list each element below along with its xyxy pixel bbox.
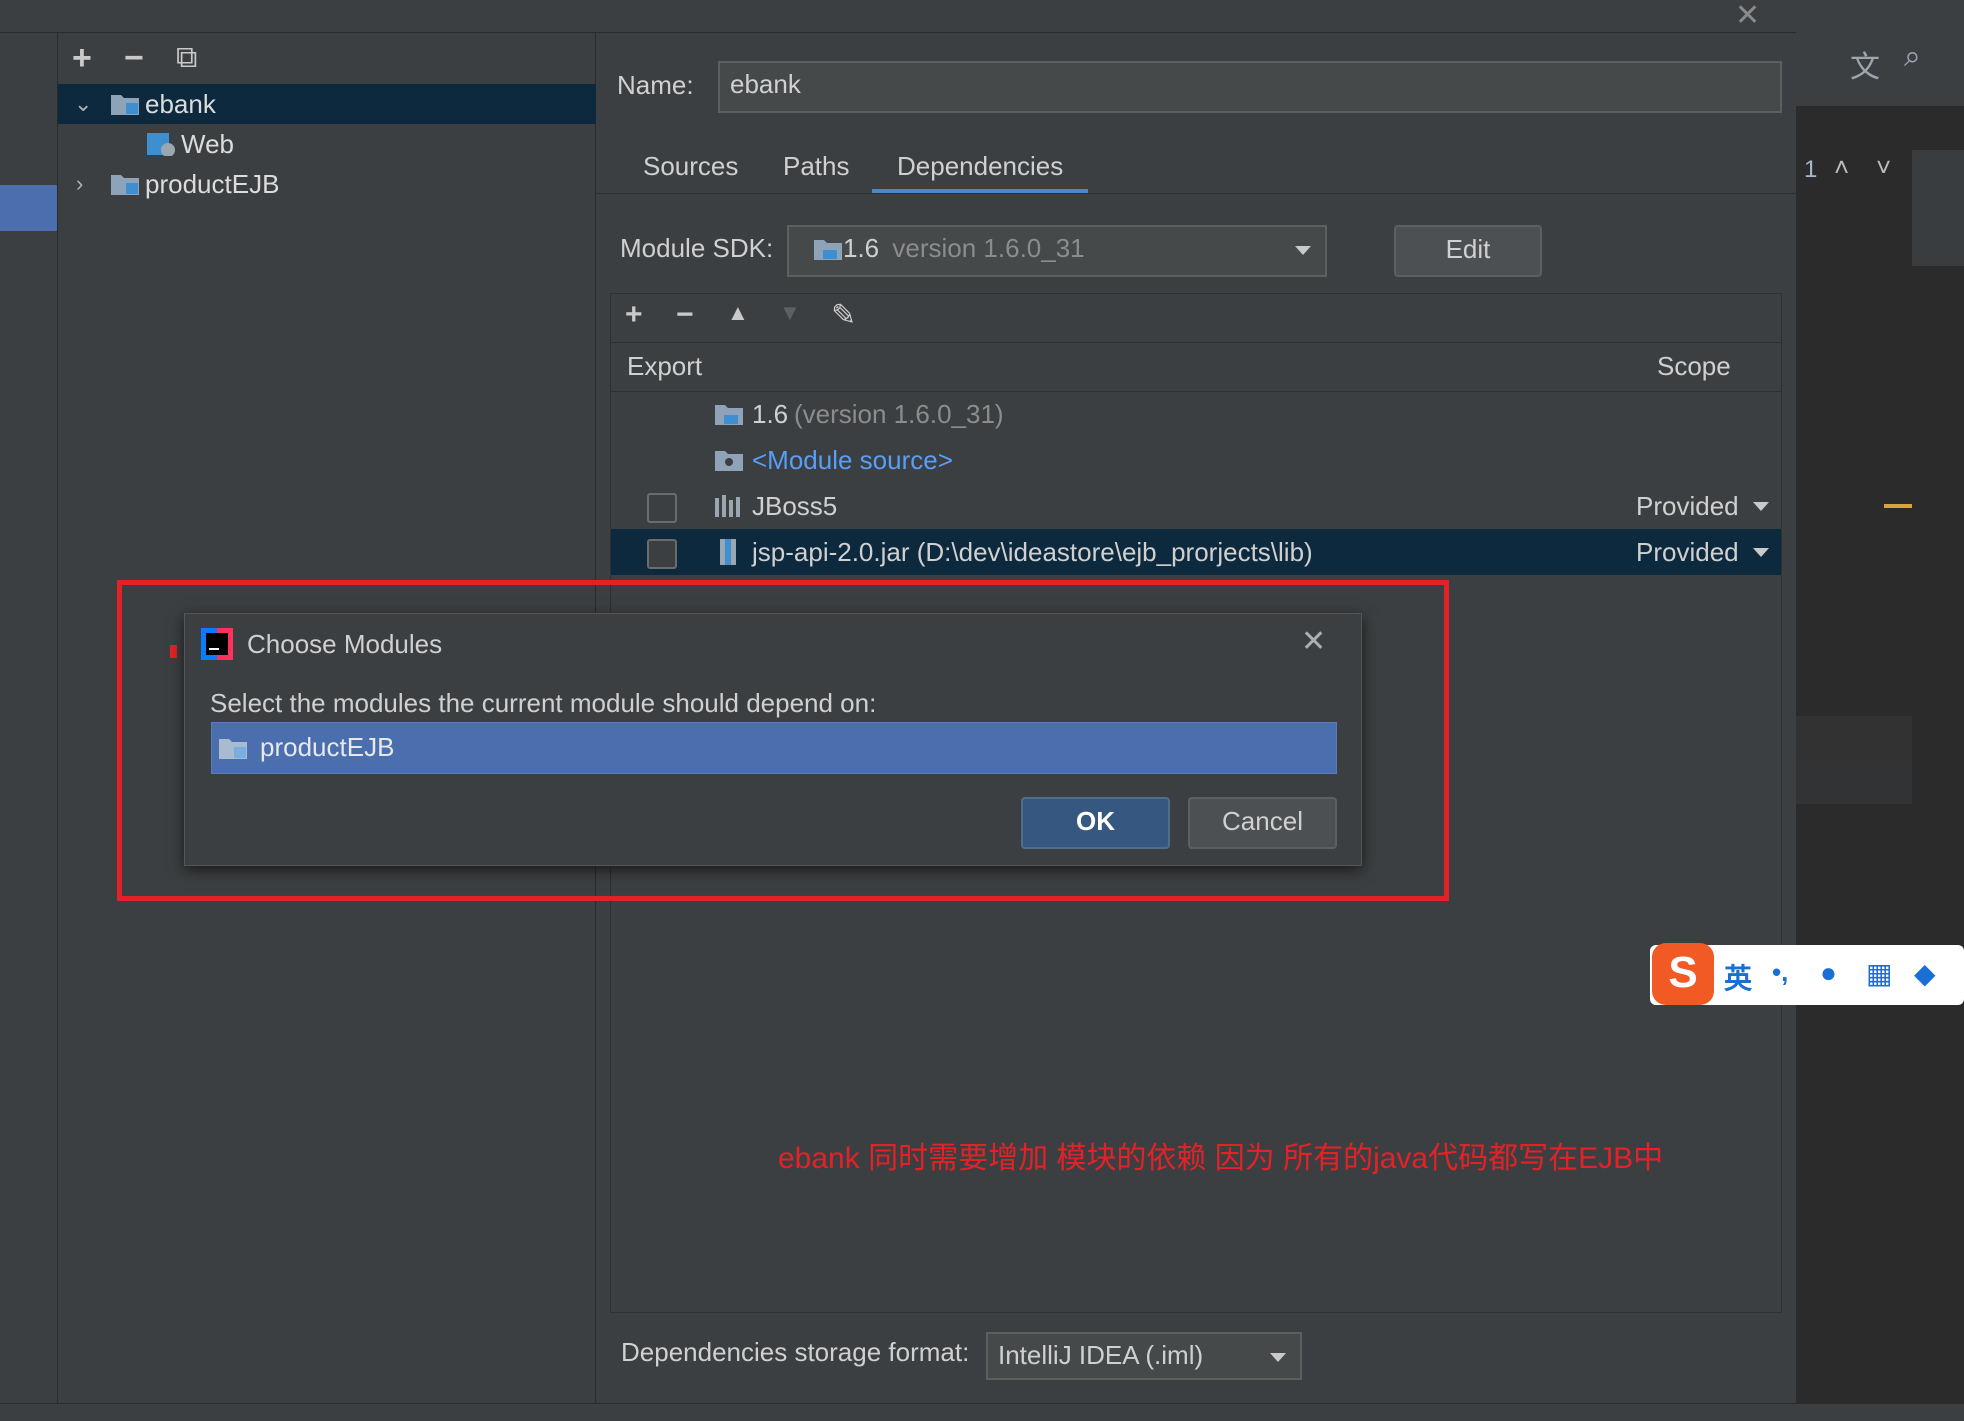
module-name: productEJB (260, 732, 395, 762)
dependency-row-module-source[interactable]: <Module source> (611, 437, 1781, 483)
library-icon (715, 495, 740, 517)
tab-divider (596, 193, 1796, 194)
export-checkbox[interactable] (647, 493, 677, 523)
scope-arrow-icon[interactable] (1753, 502, 1769, 511)
module-sdk-label: Module SDK: (620, 233, 774, 263)
selected-category[interactable] (0, 185, 57, 231)
tree-item-productejb[interactable]: › productEJB (58, 164, 596, 204)
scope-arrow-icon[interactable] (1753, 548, 1769, 557)
microphone-icon[interactable]: ● (1820, 957, 1837, 989)
status-bar (0, 1403, 1964, 1421)
dropdown-arrow-icon (1295, 246, 1311, 255)
ime-punct[interactable]: •, (1772, 957, 1788, 988)
sdk-version: version 1.6.0_31 (892, 233, 1085, 263)
remove-icon[interactable]: − (124, 41, 144, 75)
tab-sources[interactable]: Sources (643, 151, 738, 182)
sdk-folder-icon (814, 240, 842, 260)
export-checkbox[interactable] (647, 539, 677, 569)
dependency-name: 1.6 (752, 399, 789, 429)
intellij-logo-icon (201, 628, 233, 660)
module-sdk-dropdown[interactable]: 1.6 version 1.6.0_31 (787, 225, 1327, 277)
dialog-title: Choose Modules (247, 629, 443, 659)
annotation-note: ebank 同时需要增加 模块的依赖 因为 所有的java代码都写在EJB中 (778, 1142, 1664, 1175)
dependency-detail: (version 1.6.0_31) (794, 399, 1004, 429)
editor-toolbar (1796, 0, 1964, 106)
choose-modules-dialog: Choose Modules ✕ Select the modules the … (184, 613, 1362, 866)
scope-dropdown[interactable]: Provided (1636, 483, 1739, 529)
tree-item-ebank[interactable]: ⌄ ebank (58, 84, 596, 124)
close-icon[interactable]: ✕ (1301, 624, 1326, 659)
sdk-name: 1.6 (843, 233, 880, 263)
sogou-logo-icon[interactable]: S (1652, 943, 1714, 1005)
add-dependency-icon[interactable]: + (625, 298, 643, 332)
move-down-icon: ▼ (779, 300, 801, 325)
chevron-up-icon[interactable]: ˄ (1834, 152, 1849, 183)
dropdown-arrow-icon (1270, 1353, 1286, 1362)
export-column-header[interactable]: Export (611, 342, 708, 392)
translate-icon[interactable]: 文 (1850, 42, 1880, 86)
settings-category-strip (0, 33, 58, 1403)
tab-paths[interactable]: Paths (783, 151, 850, 182)
copy-icon[interactable]: ⧉ (176, 41, 197, 75)
name-label: Name: (617, 70, 694, 100)
module-folder-icon (111, 175, 139, 195)
jar-icon (720, 539, 736, 565)
add-icon[interactable]: + (72, 41, 92, 75)
dependency-name: JBoss5 (752, 491, 838, 521)
ime-mode[interactable]: 英 (1724, 957, 1752, 997)
cancel-button[interactable]: Cancel (1188, 797, 1337, 849)
chevron-down-icon[interactable]: ˅ (1876, 152, 1891, 183)
editor-highlight (1796, 716, 1912, 760)
dependency-row-jsp-api[interactable]: jsp-api-2.0.jar (D:\dev\ideastore\ejb_pr… (611, 529, 1781, 575)
warning-marker[interactable] (1884, 504, 1912, 508)
window-title-bar: ✕ (0, 0, 1800, 33)
storage-format-label: Dependencies storage format: (621, 1337, 970, 1367)
edit-dependency-icon[interactable]: ✎ (831, 298, 856, 333)
tab-dependencies[interactable]: Dependencies (897, 151, 1063, 182)
tree-item-label: ebank (145, 89, 216, 119)
editor-strip: 文 ⌕ 1 ˄ ˅ (1796, 0, 1964, 1421)
move-up-icon[interactable]: ▲ (727, 300, 749, 326)
annotation-mark (170, 645, 177, 658)
chevron-right-icon[interactable]: › (76, 164, 83, 204)
edit-sdk-button[interactable]: Edit (1394, 225, 1542, 277)
ime-toolbar: S 英 •, ● ▦ ◆ (1650, 943, 1964, 1005)
source-folder-icon (715, 451, 743, 471)
sdk-folder-icon (715, 405, 743, 425)
module-folder-icon (111, 95, 139, 115)
skin-icon[interactable]: ◆ (1914, 957, 1936, 990)
editor-gutter-area (1796, 760, 1912, 804)
keyboard-icon[interactable]: ▦ (1866, 957, 1892, 990)
dependency-row-sdk[interactable]: 1.6 (version 1.6.0_31) (611, 391, 1781, 437)
web-facet-icon (147, 133, 175, 156)
line-number: 1 (1804, 156, 1818, 183)
close-icon[interactable]: ✕ (1735, 0, 1760, 33)
tree-item-label: Web (181, 129, 234, 159)
name-column-header[interactable] (707, 342, 1644, 392)
minimap[interactable] (1912, 150, 1964, 266)
module-list-item[interactable]: productEJB (211, 722, 1337, 774)
dialog-prompt: Select the modules the current module sh… (210, 688, 877, 718)
export-header-label: Export (627, 351, 703, 381)
storage-format-dropdown[interactable]: IntelliJ IDEA (.iml) (986, 1332, 1302, 1380)
ok-button[interactable]: OK (1021, 797, 1170, 849)
tree-item-web[interactable]: Web (58, 124, 596, 164)
dependency-name: <Module source> (752, 445, 953, 475)
chevron-down-icon[interactable]: ⌄ (74, 84, 92, 124)
dependency-row-jboss5[interactable]: JBoss5 Provided (611, 483, 1781, 529)
tree-item-label: productEJB (145, 169, 280, 199)
storage-format-value: IntelliJ IDEA (.iml) (998, 1340, 1204, 1370)
scope-dropdown[interactable]: Provided (1636, 529, 1739, 575)
name-field[interactable]: ebank (718, 61, 1782, 113)
dependency-name: jsp-api-2.0.jar (D:\dev\ideastore\ejb_pr… (752, 537, 1313, 567)
search-icon[interactable]: ⌕ (1904, 40, 1921, 74)
remove-dependency-icon[interactable]: − (676, 298, 694, 332)
scope-column-header[interactable]: Scope (1643, 342, 1781, 392)
module-folder-icon (219, 739, 247, 759)
scope-header-label: Scope (1657, 351, 1731, 381)
